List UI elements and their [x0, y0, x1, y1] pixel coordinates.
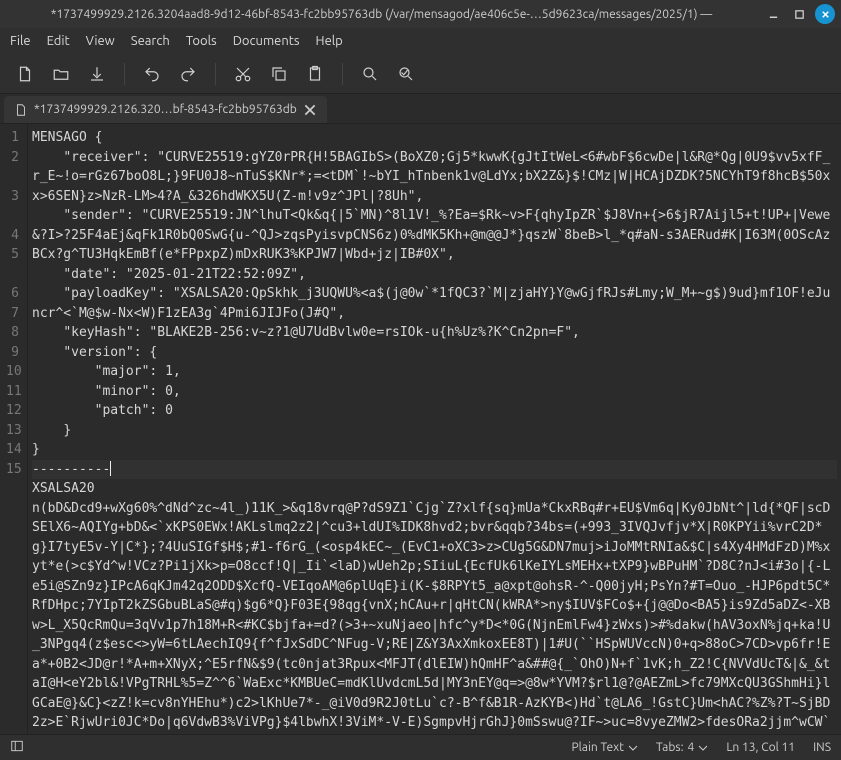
menu-edit[interactable]: Edit — [47, 34, 70, 48]
window-titlebar: *1737499929.2126.3204aad8-9d12-46bf-8543… — [0, 0, 841, 28]
find-replace-button[interactable] — [391, 59, 421, 89]
document-icon — [14, 103, 28, 117]
syntax-label: Plain Text — [571, 741, 624, 754]
chevron-down-icon — [628, 743, 638, 753]
cut-button[interactable] — [228, 59, 258, 89]
syntax-selector[interactable]: Plain Text — [571, 741, 638, 754]
menu-file[interactable]: File — [10, 34, 31, 48]
new-file-button[interactable] — [10, 59, 40, 89]
document-tab[interactable]: *1737499929.2126.320…bf-8543-fc2bb95763d… — [4, 96, 327, 123]
tabbar: *1737499929.2126.320…bf-8543-fc2bb95763d… — [0, 94, 841, 124]
find-button[interactable] — [355, 59, 385, 89]
toolbar-separator — [124, 63, 125, 85]
toolbar — [0, 54, 841, 94]
chevron-down-icon — [698, 743, 708, 753]
save-button[interactable] — [82, 59, 112, 89]
copy-button[interactable] — [264, 59, 294, 89]
toolbar-separator — [215, 63, 216, 85]
menu-tools[interactable]: Tools — [186, 34, 217, 48]
close-button[interactable] — [815, 4, 835, 24]
code-area[interactable]: MENSAGO { "receiver": "CURVE25519:gYZ0rP… — [28, 124, 841, 734]
cursor-position[interactable]: Ln 13, Col 11 — [726, 741, 795, 754]
tabs-value: 4 — [688, 741, 695, 754]
undo-button[interactable] — [137, 59, 167, 89]
tab-width-selector[interactable]: Tabs: 4 — [656, 741, 708, 754]
menubar: File Edit View Search Tools Documents He… — [0, 28, 841, 54]
menu-documents[interactable]: Documents — [233, 34, 300, 48]
insert-mode[interactable]: INS — [813, 741, 831, 754]
toolbar-separator — [342, 63, 343, 85]
tabs-label: Tabs: — [656, 741, 684, 754]
tab-close-icon[interactable] — [303, 103, 317, 117]
statusbar: Plain Text Tabs: 4 Ln 13, Col 11 INS — [0, 734, 841, 760]
editor[interactable]: 12345678910111213141516 MENSAGO { "recei… — [0, 124, 841, 734]
menu-help[interactable]: Help — [316, 34, 343, 48]
menu-search[interactable]: Search — [131, 34, 170, 48]
tab-label: *1737499929.2126.320…bf-8543-fc2bb95763d… — [34, 103, 297, 116]
line-gutter: 12345678910111213141516 — [0, 124, 28, 734]
redo-button[interactable] — [173, 59, 203, 89]
sidebar-toggle-icon[interactable] — [10, 739, 24, 756]
open-file-button[interactable] — [46, 59, 76, 89]
menu-view[interactable]: View — [86, 34, 115, 48]
maximize-button[interactable] — [789, 4, 809, 24]
window-title: *1737499929.2126.3204aad8-9d12-46bf-8543… — [6, 8, 757, 21]
minimize-button[interactable] — [763, 4, 783, 24]
paste-button[interactable] — [300, 59, 330, 89]
